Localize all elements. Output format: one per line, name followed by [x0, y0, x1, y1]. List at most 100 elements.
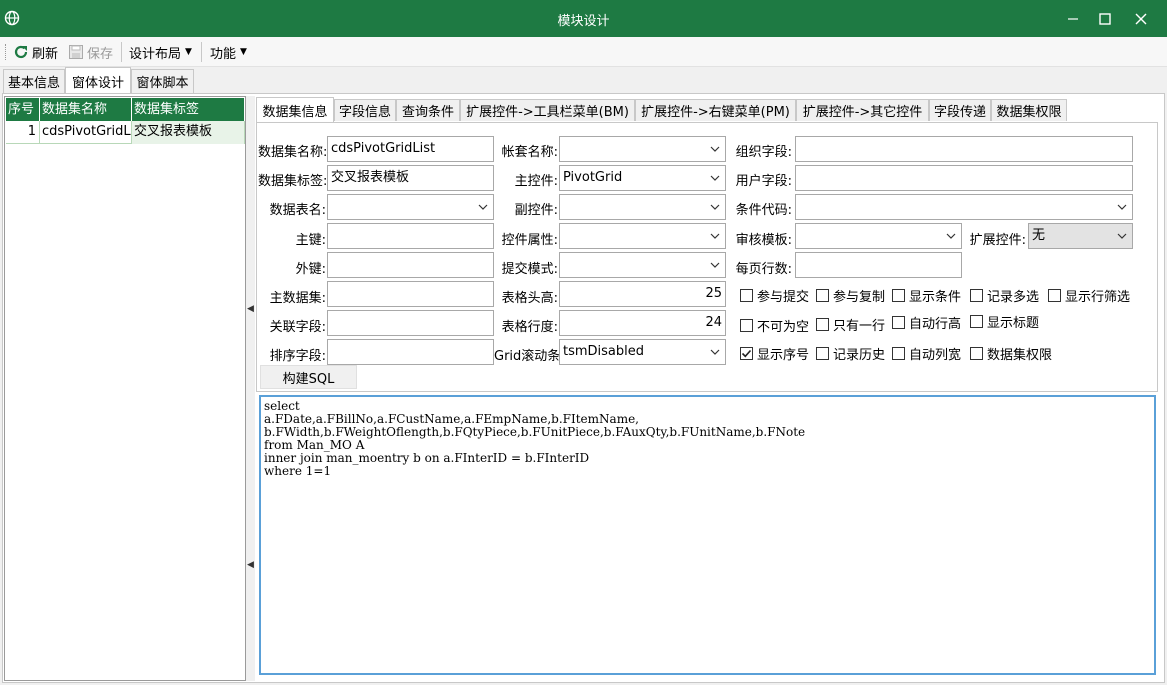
checkbox-auto-column-width[interactable]: 自动列宽	[892, 344, 961, 363]
checkbox-not-null[interactable]: 不可为空	[740, 316, 809, 335]
control-props-label: 控件属性:	[501, 233, 558, 248]
save-button[interactable]: 保存	[68, 43, 114, 62]
foreign-key-field[interactable]	[327, 252, 494, 278]
toolbar-grip[interactable]	[5, 44, 7, 60]
design-layout-menu[interactable]: 设计布局 ▼	[129, 43, 192, 62]
cell-no[interactable]: 1	[6, 121, 40, 144]
maximize-button[interactable]	[1088, 0, 1122, 37]
checkbox-box	[740, 347, 753, 360]
grid-scroll-label: Grid滚动条	[494, 349, 561, 364]
ext-control-select[interactable]: 无	[1028, 223, 1133, 249]
tab-query-conditions[interactable]: 查询条件	[396, 99, 460, 121]
primary-key-field[interactable]	[327, 223, 494, 249]
tab-basic-info[interactable]: 基本信息	[3, 69, 65, 93]
foreign-key-label: 外键:	[295, 262, 326, 277]
dataset-name-label: 数据集名称:	[258, 145, 328, 160]
sub-control-label: 副控件:	[514, 203, 558, 218]
checkbox-show-conditions[interactable]: 显示条件	[892, 286, 961, 305]
tab-dataset-info[interactable]: 数据集信息	[256, 97, 334, 122]
master-dataset-field[interactable]	[327, 281, 494, 307]
column-header-label[interactable]: 数据集标签	[132, 98, 245, 121]
sql-editor[interactable]: select a.FDate,a.FBillNo,a.FCustName,a.F…	[259, 395, 1156, 675]
checkbox-box	[892, 347, 905, 360]
tab-field-info[interactable]: 字段信息	[334, 99, 396, 121]
checkbox-box	[816, 289, 829, 302]
sql-line: where 1=1	[264, 464, 332, 478]
condition-code-select[interactable]	[795, 194, 1133, 220]
checkbox-multi-select[interactable]: 记录多选	[970, 286, 1039, 305]
link-field-input[interactable]	[327, 310, 494, 336]
primary-key-label: 主键:	[295, 233, 326, 248]
checkbox-dataset-permission[interactable]: 数据集权限	[970, 344, 1052, 363]
panel-splitter[interactable]: ◀ ◀	[246, 96, 255, 681]
master-dataset-label: 主数据集:	[269, 291, 326, 306]
grid-scroll-select[interactable]: tsmDisabled	[559, 339, 726, 365]
header-height-field[interactable]: 25	[559, 281, 726, 307]
dataset-name-field[interactable]: cdsPivotGridList	[327, 136, 494, 162]
column-header-name[interactable]: 数据集名称	[40, 98, 132, 121]
dataset-grid[interactable]: 序号 数据集名称 数据集标签 1 cdsPivotGridLi 交叉报表模板	[4, 96, 246, 681]
sort-field-input[interactable]	[327, 339, 494, 365]
checkbox-participate-copy[interactable]: 参与复制	[816, 286, 885, 305]
tab-form-design[interactable]: 窗体设计	[65, 67, 131, 94]
refresh-button[interactable]: 刷新	[13, 43, 58, 62]
checkbox-participate-submit[interactable]: 参与提交	[740, 286, 809, 305]
page-rows-field[interactable]	[795, 252, 962, 278]
chevron-down-icon	[946, 233, 956, 239]
checkbox-label: 自动行高	[909, 317, 962, 332]
main-control-select[interactable]: PivotGrid	[559, 165, 726, 191]
collapse-left-icon[interactable]: ◀	[247, 302, 254, 316]
account-name-select[interactable]	[559, 136, 726, 162]
user-field-input[interactable]	[795, 165, 1133, 191]
checkbox-single-row[interactable]: 只有一行	[816, 315, 885, 334]
minimize-button[interactable]	[1056, 0, 1090, 37]
close-icon	[1135, 13, 1147, 24]
checkbox-auto-row-height[interactable]: 自动行高	[892, 313, 961, 332]
collapse-left-icon[interactable]: ◀	[247, 558, 254, 572]
chevron-down-icon	[710, 204, 720, 210]
checkbox-label: 数据集权限	[987, 348, 1053, 363]
org-field-input[interactable]	[795, 136, 1133, 162]
checkbox-box	[970, 315, 983, 328]
checkbox-box	[740, 289, 753, 302]
sort-field-label: 排序字段:	[269, 349, 326, 364]
row-height-label: 表格行度:	[501, 320, 558, 335]
tab-form-script[interactable]: 窗体脚本	[131, 69, 194, 93]
checkbox-label: 参与复制	[833, 290, 886, 305]
save-label: 保存	[87, 46, 114, 62]
sub-control-select[interactable]	[559, 194, 726, 220]
tab-dataset-permissions[interactable]: 数据集权限	[991, 99, 1067, 121]
submit-mode-select[interactable]	[559, 252, 726, 278]
checkbox-label: 只有一行	[833, 319, 886, 334]
chevron-down-icon	[1117, 204, 1127, 210]
checkbox-show-row-filter[interactable]: 显示行筛选	[1048, 286, 1130, 305]
checkbox-box	[892, 289, 905, 302]
main-control-value: PivotGrid	[563, 170, 623, 185]
checkbox-label: 自动列宽	[909, 348, 962, 363]
checkbox-show-title[interactable]: 显示标题	[970, 312, 1039, 331]
tab-field-transfer[interactable]: 字段传递	[929, 99, 991, 121]
audit-template-select[interactable]	[795, 223, 962, 249]
cell-label[interactable]: 交叉报表模板	[132, 121, 245, 144]
checkbox-record-history[interactable]: 记录历史	[816, 344, 885, 363]
column-header-no[interactable]: 序号	[6, 98, 40, 121]
sql-line: b.FWidth,b.FWeightOflength,b.FQtyPiece,b…	[264, 425, 806, 439]
tab-ext-toolbar-menu[interactable]: 扩展控件->工具栏菜单(BM)	[460, 99, 635, 121]
grid-header: 序号 数据集名称 数据集标签	[6, 98, 245, 121]
dropdown-arrow-icon: ▼	[185, 47, 192, 57]
checkbox-show-row-number[interactable]: 显示序号	[740, 344, 809, 363]
table-row[interactable]: 1 cdsPivotGridLi 交叉报表模板	[6, 121, 245, 144]
dataset-tag-field[interactable]: 交叉报表模板	[327, 165, 494, 191]
tab-ext-other-controls[interactable]: 扩展控件->其它控件	[796, 99, 929, 121]
function-menu[interactable]: 功能 ▼	[210, 43, 247, 62]
build-sql-button[interactable]: 构建SQL	[260, 365, 357, 389]
row-height-field[interactable]: 24	[559, 310, 726, 336]
save-icon	[69, 45, 83, 59]
checkbox-box	[816, 347, 829, 360]
table-name-select[interactable]	[327, 194, 494, 220]
checkbox-label: 显示标题	[987, 316, 1040, 331]
close-button[interactable]	[1124, 0, 1158, 37]
control-props-select[interactable]	[559, 223, 726, 249]
cell-name[interactable]: cdsPivotGridLi	[40, 121, 132, 144]
tab-ext-context-menu[interactable]: 扩展控件->右键菜单(PM)	[635, 99, 796, 121]
